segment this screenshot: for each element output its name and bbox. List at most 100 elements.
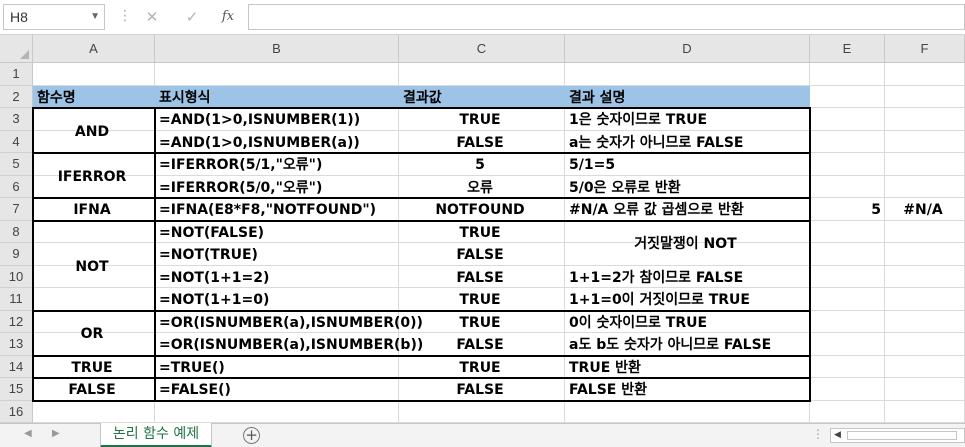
fx-icon[interactable]: fx — [216, 5, 240, 29]
description-cell[interactable]: TRUE 반환 — [569, 358, 806, 378]
triangle-left-icon[interactable]: ◀ — [834, 429, 841, 442]
description-cell[interactable]: #N/A 오류 값 곱셈으로 반환 — [569, 200, 806, 220]
description-cell[interactable]: 1+1=2가 참이므로 FALSE — [569, 268, 806, 288]
column-header-e[interactable]: E — [810, 35, 885, 63]
header-cell-description[interactable]: 결과 설명 — [569, 88, 806, 108]
row-header-12[interactable]: 12 — [0, 310, 33, 333]
row-header-8[interactable]: 8 — [0, 220, 33, 243]
formula-cell[interactable]: =NOT(1+1=0) — [159, 290, 395, 310]
function-name-cell[interactable]: IFERROR — [33, 167, 151, 187]
row-header-9[interactable]: 9 — [0, 243, 33, 266]
function-name-cell[interactable]: OR — [33, 324, 151, 344]
description-cell[interactable]: a도 b도 숫자가 아니므로 FALSE — [569, 335, 806, 355]
formula-input[interactable] — [248, 4, 965, 30]
chevron-down-icon[interactable]: ▼ — [90, 5, 100, 29]
header-cell-format[interactable]: 표시형식 — [159, 88, 395, 108]
sheet-tab-active[interactable]: 논리 함수 예제 — [100, 423, 212, 447]
result-cell[interactable]: FALSE — [399, 245, 561, 265]
result-cell[interactable]: 5 — [399, 155, 561, 175]
row-header-2[interactable]: 2 — [0, 85, 33, 108]
formula-cell[interactable]: =NOT(1+1=2) — [159, 268, 395, 288]
plus-circle-icon[interactable]: + — [243, 427, 260, 444]
triangle-right-icon[interactable]: ▶ — [52, 428, 60, 439]
formula-cell[interactable]: =IFNA(E8*F8,"NOTFOUND") — [159, 200, 395, 220]
result-cell[interactable]: TRUE — [399, 110, 561, 130]
result-cell[interactable]: FALSE — [399, 133, 561, 153]
formula-cell[interactable]: =NOT(TRUE) — [159, 245, 395, 265]
description-cell[interactable]: a는 숫자가 아니므로 FALSE — [569, 133, 806, 153]
tab-splitter-handle[interactable]: ⋮ — [812, 427, 824, 441]
formula-cell[interactable]: =OR(ISNUMBER(a),ISNUMBER(b)) — [159, 335, 423, 355]
spreadsheet-grid[interactable]: A B C D E F 1 2 3 4 5 6 7 8 9 10 11 12 13 14 15 16 함수명 표시형식 결과값 결… — [0, 35, 965, 423]
result-cell[interactable]: TRUE — [399, 290, 561, 310]
row-header-1[interactable]: 1 — [0, 63, 33, 86]
result-cell[interactable]: NOTFOUND — [399, 200, 561, 220]
checkmark-icon[interactable]: ✓ — [180, 5, 204, 29]
table-border — [33, 152, 810, 154]
table-border — [33, 377, 810, 379]
select-all-button[interactable] — [0, 35, 33, 63]
row-header-4[interactable]: 4 — [0, 130, 33, 153]
column-header-c[interactable]: C — [399, 35, 565, 63]
table-border — [33, 107, 810, 109]
column-header-d[interactable]: D — [565, 35, 810, 63]
table-border — [32, 107, 34, 402]
result-cell[interactable]: TRUE — [399, 223, 561, 243]
formula-cell[interactable]: =AND(1>0,ISNUMBER(1)) — [159, 110, 395, 130]
cell-f7[interactable]: #N/A — [885, 200, 961, 220]
header-cell-result[interactable]: 결과값 — [403, 88, 561, 108]
function-name-cell[interactable]: FALSE — [33, 380, 151, 400]
function-name-cell[interactable]: TRUE — [33, 358, 151, 378]
description-cell[interactable]: 5/0은 오류로 반환 — [569, 178, 806, 198]
table-border — [33, 354, 810, 357]
row-header-5[interactable]: 5 — [0, 153, 33, 176]
formula-cell[interactable]: =OR(ISNUMBER(a),ISNUMBER(0)) — [159, 313, 423, 333]
result-cell[interactable]: FALSE — [399, 268, 561, 288]
result-cell[interactable]: 오류 — [399, 178, 561, 198]
row-header-11[interactable]: 11 — [0, 288, 33, 311]
formula-cell[interactable]: =FALSE() — [159, 380, 395, 400]
description-cell[interactable]: 0이 숫자이므로 TRUE — [569, 313, 806, 333]
formula-cell[interactable]: =TRUE() — [159, 358, 395, 378]
scrollbar-thumb[interactable] — [847, 431, 957, 440]
row-header-3[interactable]: 3 — [0, 108, 33, 131]
description-cell[interactable]: 5/1=5 — [569, 155, 806, 175]
function-name-cell[interactable]: IFNA — [33, 200, 151, 220]
formula-cell[interactable]: =AND(1>0,ISNUMBER(a)) — [159, 133, 395, 153]
close-icon[interactable]: ✕ — [140, 5, 164, 29]
table-border — [809, 107, 811, 402]
row-header-14[interactable]: 14 — [0, 355, 33, 378]
description-cell[interactable]: 1은 숫자이므로 TRUE — [569, 110, 806, 130]
cell-e7[interactable]: 5 — [810, 200, 881, 220]
result-cell[interactable]: FALSE — [399, 335, 561, 355]
row-header-16[interactable]: 16 — [0, 400, 33, 423]
result-cell[interactable]: TRUE — [399, 313, 561, 333]
table-border — [33, 219, 810, 222]
result-cell[interactable]: TRUE — [399, 358, 561, 378]
row-header-15[interactable]: 15 — [0, 378, 33, 401]
header-cell-function-name[interactable]: 함수명 — [37, 88, 151, 108]
column-header-a[interactable]: A — [33, 35, 155, 63]
formula-cell[interactable]: =IFERROR(5/0,"오류") — [159, 178, 395, 198]
function-name-cell[interactable]: AND — [33, 122, 151, 142]
description-cell-merged[interactable]: 거짓말쟁이 NOT — [565, 234, 806, 254]
excel-window: H8 ▼ ⋮ ✕ ✓ fx A B C D E F 1 2 3 4 5 6 7 8 9 10 11 12 13 14 1… — [0, 0, 965, 447]
name-box[interactable]: H8 ▼ — [3, 4, 105, 30]
row-header-13[interactable]: 13 — [0, 333, 33, 356]
row-header-10[interactable]: 10 — [0, 265, 33, 288]
formula-cell[interactable]: =IFERROR(5/1,"오류") — [159, 155, 395, 175]
row-header-7[interactable]: 7 — [0, 198, 33, 221]
name-box-value: H8 — [10, 9, 28, 25]
description-cell[interactable]: 1+1=0이 거짓이므로 TRUE — [569, 290, 806, 310]
table-border — [33, 309, 810, 312]
column-header-f[interactable]: F — [885, 35, 965, 63]
formula-cell[interactable]: =NOT(FALSE) — [159, 223, 395, 243]
horizontal-scrollbar[interactable]: ◀ — [830, 428, 965, 443]
row-header-6[interactable]: 6 — [0, 175, 33, 198]
description-cell[interactable]: FALSE 반환 — [569, 380, 806, 400]
function-name-cell[interactable]: NOT — [33, 257, 151, 277]
triangle-left-icon[interactable]: ◀ — [24, 428, 32, 439]
column-header-b[interactable]: B — [155, 35, 399, 63]
result-cell[interactable]: FALSE — [399, 380, 561, 400]
vertical-dots-icon[interactable]: ⋮ — [118, 9, 132, 23]
